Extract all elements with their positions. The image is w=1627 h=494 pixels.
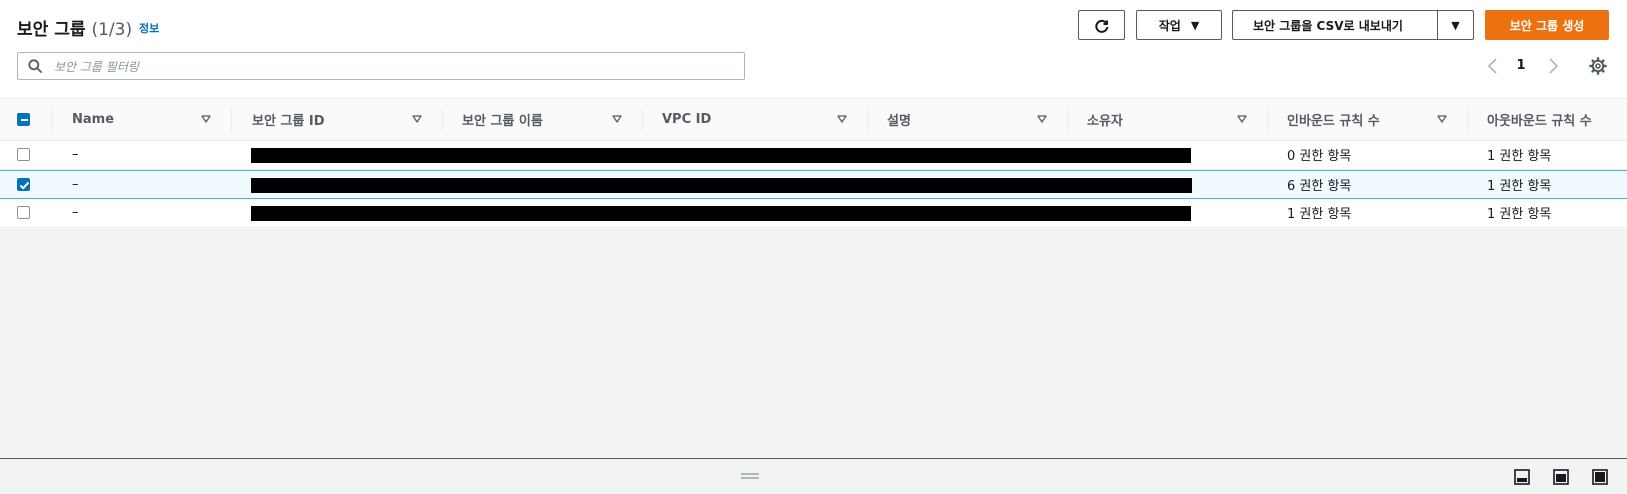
actions-dropdown-button[interactable]: 작업 ▼ (1136, 10, 1222, 40)
sort-icon[interactable] (1437, 114, 1447, 124)
column-divider (642, 108, 643, 132)
cell-name: – (72, 177, 79, 192)
sort-icon[interactable] (412, 114, 422, 124)
create-security-group-button[interactable]: 보안 그룹 생성 (1485, 10, 1609, 40)
redacted-block (251, 178, 1192, 193)
security-groups-panel: 보안 그룹 (1/3) 정보 작업 ▼ 보안 그룹을 CSV로 내보내기 ▼ 보안… (0, 0, 1627, 230)
export-csv-label: 보안 그룹을 CSV로 내보내기 (1253, 18, 1403, 33)
row-checkbox[interactable] (17, 178, 30, 191)
redacted-block (251, 148, 1191, 163)
cell-name: – (72, 147, 79, 162)
filter-search-box[interactable] (17, 52, 745, 81)
sort-icon[interactable] (837, 114, 847, 124)
select-all-checkbox[interactable] (17, 113, 30, 126)
cell-outbound-count: 1 권한 항목 (1487, 207, 1552, 222)
panel-bottom-icon[interactable] (1514, 469, 1530, 485)
cell-outbound-count: 1 권한 항목 (1487, 179, 1552, 194)
table-header: Name 보안 그룹 ID 보안 그룹 이름 VPC ID 설명 소유자 인바운… (0, 98, 1627, 141)
column-header-group-name[interactable]: 보안 그룹 이름 (462, 99, 543, 140)
row-checkbox[interactable] (17, 148, 30, 161)
create-label: 보안 그룹 생성 (1509, 18, 1585, 33)
column-divider (231, 108, 232, 132)
table-row-selected[interactable]: – 6 권한 항목 1 권한 항목 (0, 170, 1627, 199)
column-header-group-id[interactable]: 보안 그룹 ID (252, 99, 325, 140)
sort-icon[interactable] (201, 114, 211, 124)
column-divider (867, 108, 868, 132)
refresh-button[interactable] (1078, 10, 1125, 40)
cell-inbound-count: 0 권한 항목 (1287, 149, 1352, 164)
search-icon (28, 59, 42, 73)
table-row[interactable]: – 0 권한 항목 1 권한 항목 (0, 141, 1627, 170)
chevron-left-icon[interactable] (1485, 57, 1501, 75)
filter-input[interactable] (52, 53, 736, 81)
actions-label: 작업 (1158, 18, 1181, 33)
refresh-icon (1094, 19, 1108, 33)
column-header-outbound-count[interactable]: 아웃바운드 규칙 수 (1487, 99, 1592, 140)
page-title: 보안 그룹 (1/3) (17, 15, 132, 40)
split-panel-bar (0, 458, 1627, 494)
caret-down-icon: ▼ (1190, 18, 1200, 32)
redacted-block (251, 206, 1191, 221)
cell-name: – (72, 205, 79, 220)
sort-icon[interactable] (1037, 114, 1047, 124)
row-checkbox[interactable] (17, 206, 30, 219)
column-divider (51, 108, 52, 132)
chevron-right-icon[interactable] (1545, 57, 1561, 75)
column-header-vpc-id[interactable]: VPC ID (662, 99, 711, 140)
column-divider (1467, 108, 1468, 132)
caret-down-icon: ▼ (1451, 18, 1460, 32)
gear-icon[interactable] (1589, 57, 1607, 75)
pagination-current-page[interactable]: 1 (1513, 58, 1529, 73)
panel-split-icon[interactable] (1553, 469, 1569, 485)
column-divider (1067, 108, 1068, 132)
drag-handle-icon[interactable] (741, 473, 759, 479)
export-csv-button[interactable]: 보안 그룹을 CSV로 내보내기 (1232, 10, 1437, 40)
page-title-text: 보안 그룹 (17, 20, 86, 40)
cell-inbound-count: 1 권한 항목 (1287, 207, 1352, 222)
column-divider (442, 108, 443, 132)
column-header-owner[interactable]: 소유자 (1087, 99, 1123, 140)
cell-outbound-count: 1 권한 항목 (1487, 149, 1552, 164)
sort-icon[interactable] (1237, 114, 1247, 124)
info-link[interactable]: 정보 (139, 20, 159, 36)
table-row[interactable]: – 1 권한 항목 1 권한 항목 (0, 199, 1627, 228)
column-header-inbound-count[interactable]: 인바운드 규칙 수 (1287, 99, 1380, 140)
sort-icon[interactable] (612, 114, 622, 124)
column-header-name[interactable]: Name (72, 99, 114, 140)
cell-inbound-count: 6 권한 항목 (1287, 179, 1352, 194)
export-dropdown-toggle[interactable]: ▼ (1437, 10, 1474, 40)
column-divider (1267, 108, 1268, 132)
selection-count: (1/3) (91, 20, 133, 40)
panel-full-icon[interactable] (1592, 469, 1608, 485)
column-header-description[interactable]: 설명 (887, 99, 911, 140)
